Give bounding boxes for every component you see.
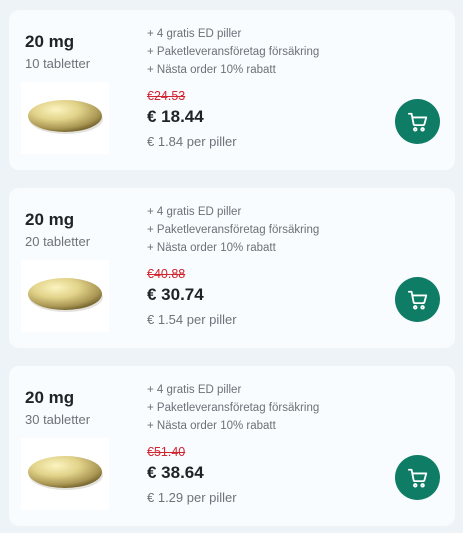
add-to-cart-button[interactable] xyxy=(395,455,440,500)
product-card: 20 mg 10 tabletter + 4 gratis ED piller … xyxy=(9,10,455,170)
feature-list: + 4 gratis ED piller + Paketleveransföre… xyxy=(147,25,319,79)
add-to-cart-button[interactable] xyxy=(395,99,440,144)
product-tablet-count: 20 tabletter xyxy=(25,234,91,249)
product-tablet-count: 30 tabletter xyxy=(25,412,91,427)
feature-item: + 4 gratis ED piller xyxy=(147,206,242,218)
product-image xyxy=(21,438,109,510)
product-card: 20 mg 30 tabletter + 4 gratis ED piller … xyxy=(9,366,455,526)
product-image xyxy=(21,82,109,154)
pill-icon xyxy=(28,100,103,134)
feature-item: + 4 gratis ED piller xyxy=(147,384,242,396)
old-price: €51.40 xyxy=(147,445,186,459)
price-per-pill: € 1.54 per piller xyxy=(147,312,237,327)
product-card: 20 mg 20 tabletter + 4 gratis ED piller … xyxy=(9,188,455,348)
price-per-pill: € 1.29 per piller xyxy=(147,490,237,505)
add-to-cart-button[interactable] xyxy=(395,277,440,322)
product-tablet-count: 10 tabletter xyxy=(25,56,91,71)
pill-icon xyxy=(28,456,103,490)
product-dose: 20 mg xyxy=(25,32,75,51)
feature-item: + Paketleveransföretag försäkring xyxy=(147,402,320,414)
feature-list: + 4 gratis ED piller + Paketleveransföre… xyxy=(147,203,319,257)
current-price: € 30.74 xyxy=(147,285,204,304)
product-image xyxy=(21,260,109,332)
feature-item: + Paketleveransföretag försäkring xyxy=(147,46,320,58)
current-price: € 38.64 xyxy=(147,463,204,482)
old-price: €40.88 xyxy=(147,267,186,281)
cart-icon xyxy=(407,112,427,132)
price-per-pill: € 1.84 per piller xyxy=(147,134,237,149)
old-price: €24.53 xyxy=(147,89,186,103)
feature-list: + 4 gratis ED piller + Paketleveransföre… xyxy=(147,381,319,435)
feature-item: + Paketleveransföretag försäkring xyxy=(147,224,320,236)
feature-item: + Nästa order 10% rabatt xyxy=(147,242,276,254)
pill-icon xyxy=(28,278,103,312)
feature-item: + 4 gratis ED piller xyxy=(147,28,242,40)
cart-icon xyxy=(407,290,427,310)
product-dose: 20 mg xyxy=(25,210,75,229)
current-price: € 18.44 xyxy=(147,107,204,126)
product-dose: 20 mg xyxy=(25,388,75,407)
feature-item: + Nästa order 10% rabatt xyxy=(147,420,276,432)
cart-icon xyxy=(407,468,427,488)
feature-item: + Nästa order 10% rabatt xyxy=(147,64,276,76)
